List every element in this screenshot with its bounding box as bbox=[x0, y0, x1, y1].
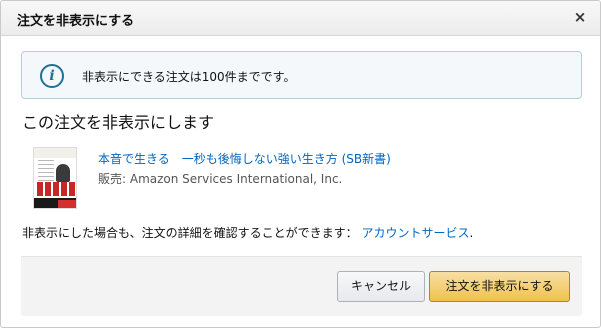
product-title-link[interactable]: 本音で生きる 一秒も後悔しない強い生き方 (SB新書) bbox=[98, 150, 391, 167]
dialog-footer: キャンセル 注文を非表示にする bbox=[21, 256, 582, 316]
note-text: 非表示にした場合も、注文の詳細を確認することができます： bbox=[22, 226, 358, 240]
hide-order-button[interactable]: 注文を非表示にする bbox=[429, 271, 570, 302]
dialog-title: 注文を非表示にする bbox=[17, 14, 135, 29]
account-service-link[interactable]: アカウントサービス bbox=[361, 226, 469, 240]
note-period: . bbox=[469, 226, 474, 240]
info-alert: i 非表示にできる注文は100件までです。 bbox=[21, 51, 582, 99]
section-heading: この注文を非表示にします bbox=[22, 113, 215, 132]
info-message: 非表示にできる注文は100件までです。 bbox=[82, 70, 296, 84]
close-icon[interactable]: × bbox=[572, 8, 588, 26]
cancel-button[interactable]: キャンセル bbox=[337, 271, 425, 302]
hide-note: 非表示にした場合も、注文の詳細を確認することができます： アカウントサービス. bbox=[22, 224, 473, 241]
seller-info: 販売: Amazon Services International, Inc. bbox=[98, 172, 343, 186]
info-icon: i bbox=[40, 64, 64, 88]
dialog-header: 注文を非表示にする × bbox=[1, 1, 600, 36]
book-cover-image bbox=[33, 147, 77, 209]
hide-order-dialog: 注文を非表示にする × i 非表示にできる注文は100件までです。 この注文を非… bbox=[0, 0, 601, 328]
